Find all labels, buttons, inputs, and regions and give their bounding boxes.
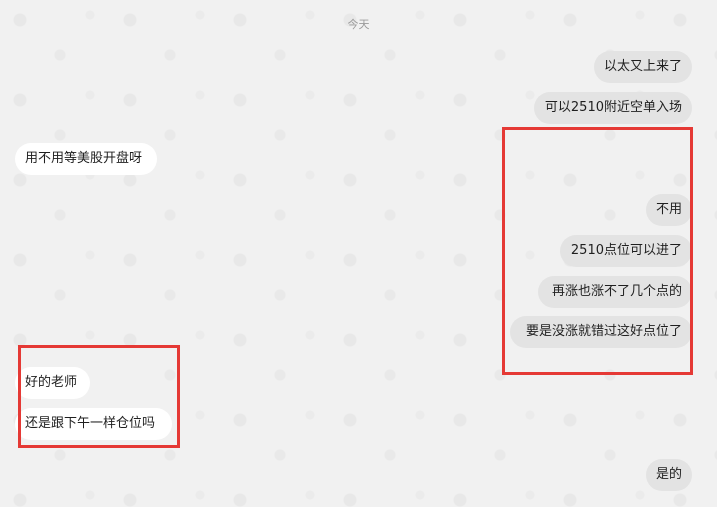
message-bubble-outgoing[interactable]: 2510点位可以进了 xyxy=(560,235,692,267)
message-bubble-incoming[interactable]: 好的老师 xyxy=(15,367,90,399)
message-bubble-incoming[interactable]: 用不用等美股开盘呀 xyxy=(15,143,157,175)
date-separator: 今天 xyxy=(347,18,370,31)
message-text: 再涨也涨不了几个点的 xyxy=(551,284,682,299)
message-bubble-incoming[interactable]: 还是跟下午一样仓位吗 xyxy=(15,408,172,440)
message-text: 要是没涨就错过这好点位了 xyxy=(525,324,682,339)
message-text: 不用 xyxy=(656,202,683,217)
message-text: 是的 xyxy=(656,467,683,482)
message-text: 以太又上来了 xyxy=(604,59,683,74)
message-bubble-outgoing[interactable]: 再涨也涨不了几个点的 xyxy=(538,276,692,308)
message-bubble-outgoing[interactable]: 是的 xyxy=(646,459,692,491)
message-bubble-outgoing[interactable]: 以太又上来了 xyxy=(594,51,692,83)
message-text: 2510点位可以进了 xyxy=(570,243,682,258)
message-text: 用不用等美股开盘呀 xyxy=(25,151,143,166)
message-bubble-outgoing[interactable]: 不用 xyxy=(646,194,692,226)
message-text: 可以2510附近空单入场 xyxy=(544,100,682,115)
message-bubble-outgoing[interactable]: 要是没涨就错过这好点位了 xyxy=(510,316,692,348)
message-bubble-outgoing[interactable]: 可以2510附近空单入场 xyxy=(534,92,692,124)
message-text: 好的老师 xyxy=(25,375,78,390)
message-text: 还是跟下午一样仓位吗 xyxy=(25,416,156,431)
